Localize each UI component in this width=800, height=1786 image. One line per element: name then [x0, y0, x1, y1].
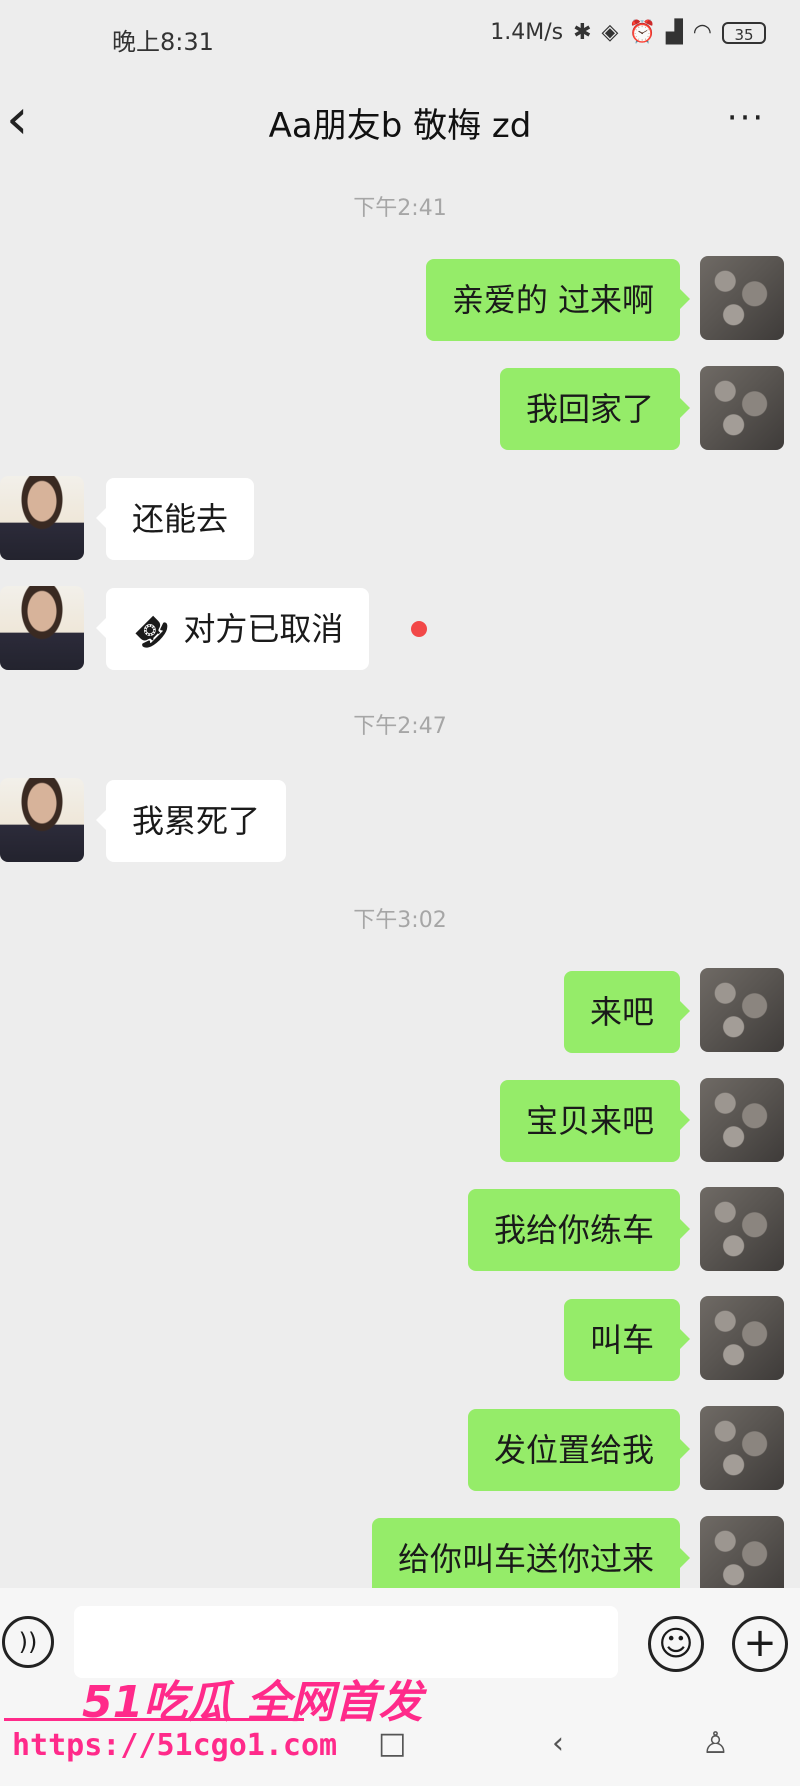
status-icons: 1.4M/s ✱ ◈ ⏰ ▟ ◠ 35	[490, 20, 766, 45]
message-list[interactable]: 下午2:41 亲爱的 过来啊 我回家了 还能去 ☎ 对方已取消 下午2:47 我累…	[0, 178, 800, 1588]
chat-title: Aa朋友b 敬梅 zd	[268, 106, 532, 146]
signal-icon: ▟	[665, 20, 683, 45]
avatar[interactable]	[0, 476, 84, 560]
message-bubble[interactable]: 宝贝来吧	[499, 1080, 691, 1162]
status-bar: 晚上8:31 1.4M/s ✱ ◈ ⏰ ▟ ◠ 35	[0, 0, 800, 78]
message-bubble[interactable]: 我回家了	[499, 368, 691, 450]
plus-icon[interactable]: +	[732, 1616, 788, 1672]
message-bubble[interactable]: 发位置给我	[467, 1409, 691, 1491]
network-speed: 1.4M/s	[490, 20, 564, 45]
more-options-icon[interactable]: ···	[716, 88, 776, 148]
call-status-text: 对方已取消	[183, 610, 344, 648]
status-time: 晚上8:31	[112, 28, 214, 56]
timestamp: 下午3:02	[353, 908, 447, 933]
timestamp: 下午2:47	[353, 714, 447, 739]
watermark-url: https://51cgo1.com	[12, 1728, 338, 1763]
avatar[interactable]	[700, 366, 784, 450]
avatar[interactable]	[0, 586, 84, 670]
message-bubble[interactable]: 亲爱的 过来啊	[425, 259, 691, 341]
chat-header: ‹ Aa朋友b 敬梅 zd ···	[0, 78, 800, 178]
phone-hangup-icon: ☎	[125, 605, 177, 657]
avatar[interactable]	[700, 1406, 784, 1490]
back-nav-icon[interactable]: ‹	[552, 1726, 564, 1761]
emoji-icon[interactable]: ☺	[648, 1616, 704, 1672]
wifi-icon: ◠	[692, 20, 712, 45]
unread-dot	[411, 621, 427, 637]
avatar[interactable]	[700, 968, 784, 1052]
avatar[interactable]	[700, 256, 784, 340]
voice-icon[interactable]: ))	[2, 1616, 54, 1668]
message-bubble[interactable]: 我累死了	[95, 780, 287, 862]
avatar[interactable]	[700, 1078, 784, 1162]
message-bubble[interactable]: 还能去	[95, 478, 255, 560]
avatar[interactable]	[0, 778, 84, 862]
timestamp: 下午2:41	[353, 196, 447, 221]
avatar[interactable]	[700, 1516, 784, 1588]
call-record-bubble[interactable]: ☎ 对方已取消	[95, 588, 370, 670]
bluetooth-icon: ✱	[573, 20, 592, 45]
message-bubble[interactable]: 来吧	[563, 971, 691, 1053]
battery-icon: 35	[722, 21, 766, 44]
message-bubble[interactable]: 叫车	[563, 1299, 691, 1381]
watermark-divider	[4, 1718, 304, 1721]
avatar[interactable]	[700, 1187, 784, 1271]
home-icon[interactable]: □	[378, 1726, 406, 1761]
message-bubble[interactable]: 我给你练车	[467, 1189, 691, 1271]
vibrate-icon: ◈	[601, 20, 619, 45]
alarm-icon: ⏰	[628, 20, 656, 45]
avatar[interactable]	[700, 1296, 784, 1380]
accessibility-icon[interactable]: ♙	[702, 1726, 729, 1761]
message-bubble[interactable]: 给你叫车送你过来	[371, 1518, 691, 1588]
